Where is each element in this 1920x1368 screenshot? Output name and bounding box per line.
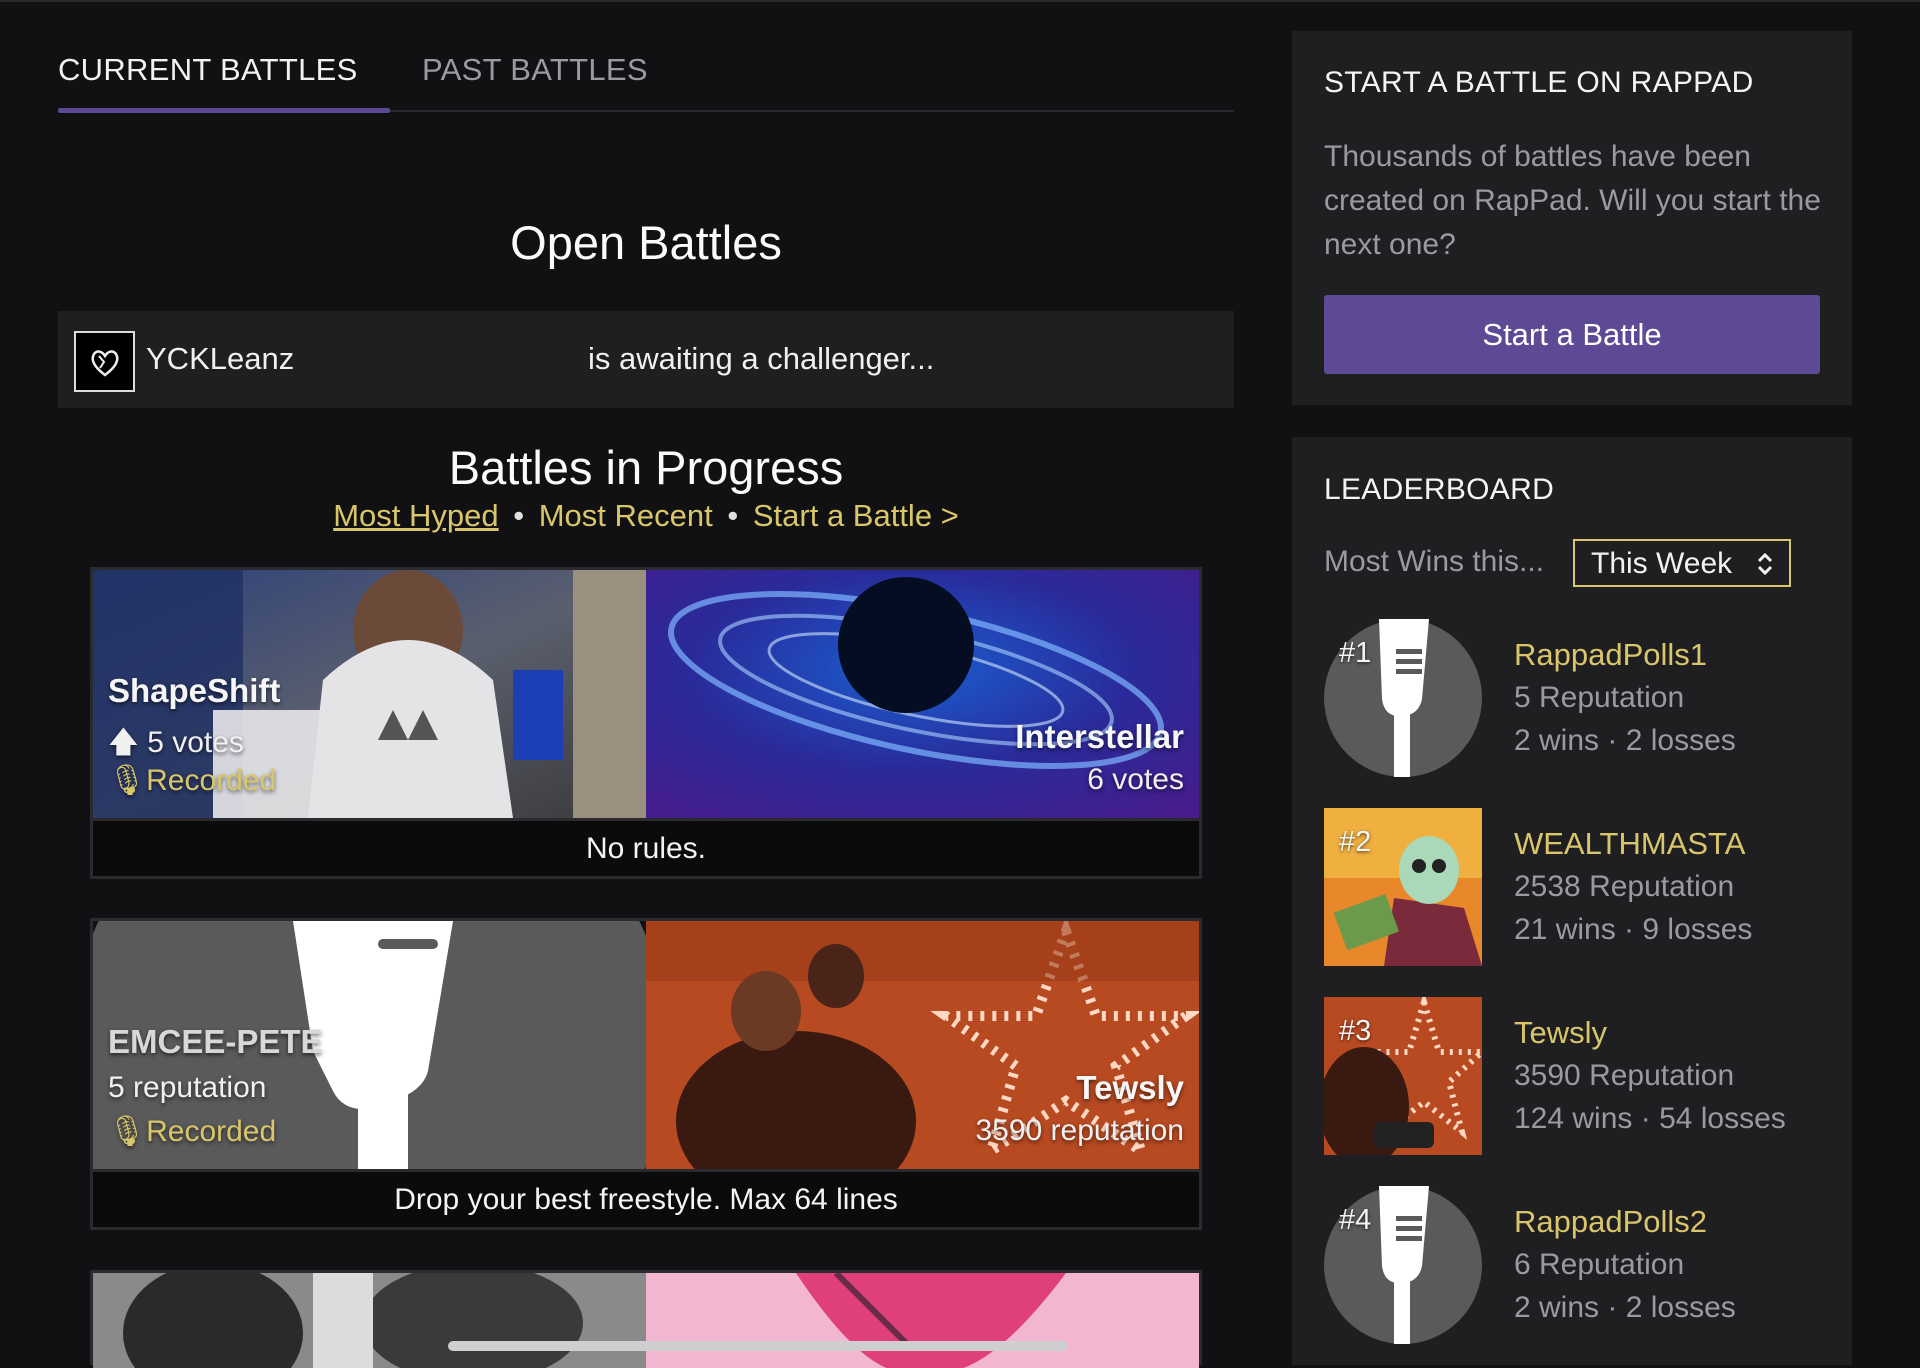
open-battle-status: is awaiting a challenger...	[588, 341, 935, 376]
leaderboard-record: 21 wins · 9 losses	[1514, 913, 1753, 946]
avatar[interactable]	[74, 331, 135, 392]
leaderboard-panel: LEADERBOARD Most Wins this... This Week …	[1292, 437, 1852, 1365]
avatar[interactable]: #4	[1324, 1186, 1482, 1344]
battle-left-reputation: 5 reputation	[108, 1071, 267, 1104]
leaderboard-record: 2 wins · 2 losses	[1514, 724, 1736, 757]
leaderboard-record: 2 wins · 2 losses	[1514, 1291, 1736, 1324]
start-battle-description: Thousands of battles have been created o…	[1324, 140, 1821, 261]
leaderboard-reputation: 2538 Reputation	[1514, 870, 1735, 903]
active-tab-indicator	[58, 108, 390, 113]
battle-matchup: ShapeShift 🡅 5 votes 🎙Recorded Interstel…	[93, 570, 1199, 818]
battle-rules: No rules.	[93, 818, 1199, 876]
leaderboard-rank: #3	[1339, 1015, 1372, 1047]
leaderboard-period-select[interactable]: This Week	[1573, 539, 1791, 587]
microphone-icon: 🎙	[108, 1115, 147, 1148]
chevron-up-down-icon	[1755, 549, 1775, 587]
start-battle-panel-title: START A BATTLE ON RAPPAD	[1324, 66, 1754, 99]
leaderboard-record: 124 wins · 54 losses	[1514, 1102, 1786, 1135]
leaderboard-entry[interactable]: #1 RappadPolls1 5 Reputation 2 wins · 2 …	[1324, 619, 1824, 777]
start-battle-button[interactable]: Start a Battle	[1324, 295, 1820, 374]
tab-current-battles[interactable]: CURRENT BATTLES	[58, 52, 358, 88]
battle-filters: Most Hyped • Most Recent • Start a Battl…	[58, 498, 1234, 534]
leaderboard-entry[interactable]: #2 WEALTHMASTA 2538 Reputation 21 wins ·…	[1324, 808, 1824, 966]
filter-separator: •	[513, 498, 525, 533]
heart-sketch-icon	[91, 349, 118, 377]
recorded-label: Recorded	[146, 1115, 277, 1148]
leaderboard-username[interactable]: RappadPolls2	[1514, 1204, 1707, 1240]
tab-past-battles[interactable]: PAST BATTLES	[422, 52, 648, 88]
leaderboard-filter-label: Most Wins this...	[1324, 545, 1545, 578]
start-battle-panel: START A BATTLE ON RAPPAD Thousands of ba…	[1292, 31, 1852, 405]
battle-rules: Drop your best freestyle. Max 64 lines	[93, 1169, 1199, 1227]
open-battles-title: Open Battles	[510, 216, 782, 269]
battle-left-image	[93, 1273, 646, 1368]
leaderboard-username[interactable]: WEALTHMASTA	[1514, 826, 1745, 862]
battle-right-name[interactable]: Interstellar	[1015, 718, 1184, 756]
battle-right-image	[646, 1273, 1199, 1368]
filter-most-recent[interactable]: Most Recent	[539, 498, 713, 533]
avatar[interactable]: #2	[1324, 808, 1482, 966]
leaderboard-rank: #2	[1339, 826, 1372, 858]
filter-start-battle-link[interactable]: Start a Battle >	[753, 498, 959, 533]
open-battle-row[interactable]: YCKLeanz is awaiting a challenger...	[58, 311, 1234, 408]
avatar[interactable]: #3	[1324, 997, 1482, 1155]
leaderboard-reputation: 6 Reputation	[1514, 1248, 1685, 1281]
leaderboard-rank: #4	[1339, 1204, 1372, 1236]
leaderboard-title: LEADERBOARD	[1324, 473, 1555, 506]
upvote-arrow-icon[interactable]: 🡅	[108, 726, 139, 759]
battle-left-status: 🎙Recorded	[108, 1114, 276, 1149]
filter-separator: •	[727, 498, 739, 533]
battle-card[interactable]: ShapeShift 🡅 5 votes 🎙Recorded Interstel…	[90, 567, 1202, 879]
leaderboard-entry[interactable]: #3 Tewsly 3590 Reputation 124 wins · 54 …	[1324, 997, 1824, 1155]
battles-in-progress-title: Battles in Progress	[448, 441, 844, 494]
battle-left-status: 🎙Recorded	[108, 763, 276, 798]
period-value: This Week	[1591, 547, 1733, 580]
recorded-label: Recorded	[146, 764, 277, 797]
leaderboard-reputation: 3590 Reputation	[1514, 1059, 1735, 1092]
battle-right-name[interactable]: Tewsly	[1076, 1069, 1184, 1107]
leaderboard-reputation: 5 Reputation	[1514, 681, 1685, 714]
open-battle-username[interactable]: YCKLeanz	[146, 341, 294, 377]
top-border	[0, 0, 1920, 2]
leaderboard-rank: #1	[1339, 637, 1372, 669]
battle-right-reputation: 3590 reputation	[975, 1114, 1184, 1147]
leaderboard-entry[interactable]: #4 RappadPolls2 6 Reputation 2 wins · 2 …	[1324, 1186, 1824, 1344]
microphone-icon: 🎙	[108, 764, 147, 797]
battle-tabs: CURRENT BATTLES PAST BATTLES	[58, 40, 1234, 113]
battle-left-name[interactable]: EMCEE-PETE	[108, 1023, 323, 1061]
battle-matchup: EMCEE-PETE 5 reputation 🎙Recorded Tewsly…	[93, 921, 1199, 1169]
filter-most-hyped[interactable]: Most Hyped	[333, 498, 498, 533]
avatar[interactable]: #1	[1324, 619, 1482, 777]
vote-count: 5 votes	[147, 726, 244, 759]
battle-card[interactable]: EMCEE-PETE 5 reputation 🎙Recorded Tewsly…	[90, 918, 1202, 1230]
leaderboard-username[interactable]: RappadPolls1	[1514, 637, 1707, 673]
horizontal-scrollbar[interactable]	[448, 1341, 1068, 1351]
leaderboard-username[interactable]: Tewsly	[1514, 1015, 1607, 1051]
battle-matchup	[93, 1273, 1199, 1368]
battle-right-votes: 6 votes	[1087, 763, 1184, 796]
battle-left-name[interactable]: ShapeShift	[108, 672, 280, 710]
